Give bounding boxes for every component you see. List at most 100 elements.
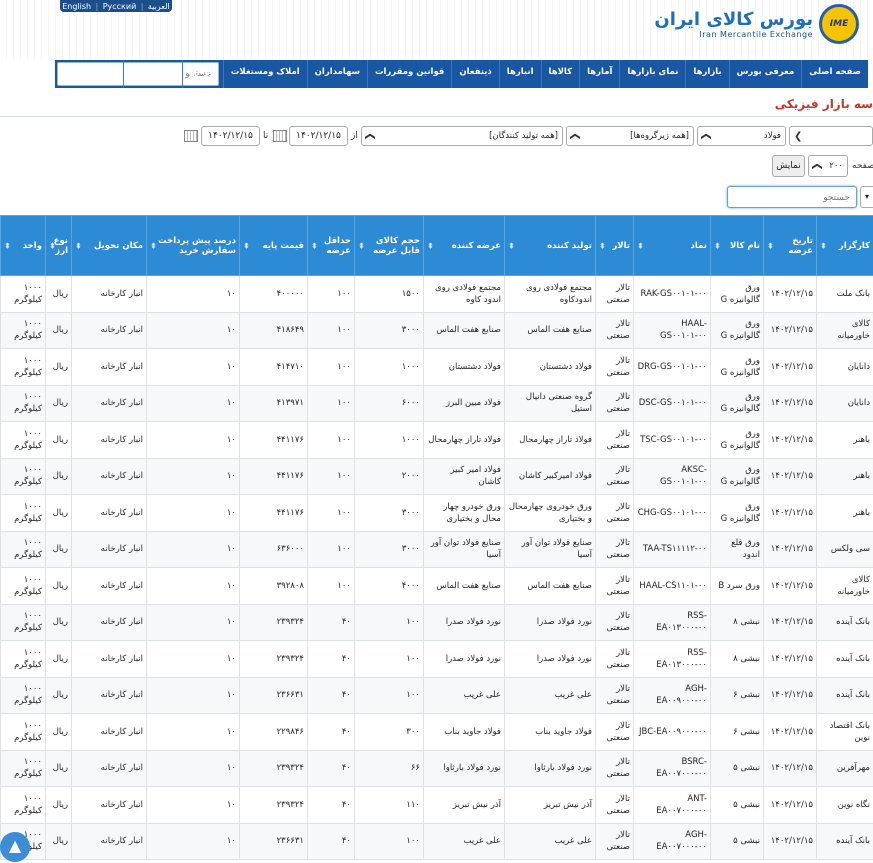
nav-item-6[interactable]: انبارها (498, 60, 541, 88)
show-button[interactable]: نمایش (772, 155, 805, 177)
table-row[interactable]: کالای خاورمیانه ۱۴۰۲/۱۲/۱۵ ورق گالوانیزه G… (0, 311, 873, 349)
group-select[interactable]: فولاد ❯ (697, 126, 786, 146)
table-cell: HAAL-GS۰۰۱۰۱-۰۰ (633, 311, 711, 349)
table-cell: ۱۰۰ (307, 530, 355, 568)
table-cell: نبشی ۶ (710, 676, 764, 714)
page-size-select[interactable]: ۲۰۰ ❯ (808, 155, 848, 177)
sort-icon[interactable]: ⬍ (508, 241, 515, 250)
table-cell: نبشی ۵ (710, 822, 764, 860)
column-header-8[interactable]: حداقل عرضه ⬍ (307, 215, 355, 276)
table-row[interactable]: نگاه نوین ۱۴۰۲/۱۲/۱۵ نبشی ۵ ANT-EA۰۰۷۰۰۰-۰۰… (0, 786, 873, 824)
table-cell: ۱۰۰۰ کیلوگرم (0, 640, 46, 678)
sort-icon[interactable]: ⬍ (150, 241, 157, 250)
column-header-9[interactable]: قیمت پایه ⬍ (239, 215, 308, 276)
nav-item-2[interactable]: بازارها (685, 60, 728, 88)
lang-russian[interactable]: Русский (103, 2, 137, 11)
calendar-icon[interactable] (273, 130, 287, 142)
sort-icon[interactable]: ⬍ (820, 241, 827, 250)
sort-icon[interactable]: ⬍ (714, 241, 721, 250)
column-header-0[interactable]: کارگزار ⬍ (816, 215, 873, 276)
sort-icon[interactable]: ⬍ (311, 241, 318, 250)
table-cell: RAK-GS۰۰۱۰۱-۰۰ (633, 275, 711, 313)
table-row[interactable]: بانک اقتصاد نوین ۱۴۰۲/۱۲/۱۵ نبشی ۶ JBC-EA۰۰… (0, 713, 873, 751)
table-row[interactable]: مهرآفرین ۱۴۰۲/۱۲/۱۵ نبشی ۵ BSRC-EA۰۰۷۰۰۰-۰۰… (0, 749, 873, 787)
title-divider (0, 116, 873, 117)
nav-item-11[interactable]: خودرو (181, 60, 223, 88)
producer-select[interactable]: [همه تولید کنندگان] ❯ (361, 126, 563, 146)
nav-item-0[interactable]: صفحه اصلی (801, 60, 868, 88)
table-cell: ریال (45, 567, 72, 605)
sort-icon[interactable]: ⬍ (427, 241, 434, 250)
nav-item-5[interactable]: کالاها (540, 60, 580, 88)
column-header-12[interactable]: نوع ارز ⬍ (45, 215, 72, 276)
table-cell: آذر نیش تبریز (504, 786, 596, 824)
table-cell: ورق گالوانیزه G (710, 421, 764, 459)
table-cell: انبار کارخانه (71, 457, 147, 495)
column-header-label: درصد پیش پرداخت سفارش خرید (158, 235, 236, 256)
table-row[interactable]: باهنر ۱۴۰۲/۱۲/۱۵ ورق گالوانیزه G AKSC-GS۰۰۱… (0, 457, 873, 495)
column-header-7[interactable]: حجم کالای قابل عرضه ⬍ (354, 215, 424, 276)
sort-icon[interactable]: ⬍ (599, 241, 606, 250)
calendar-icon[interactable] (184, 130, 198, 142)
sort-icon[interactable]: ⬍ (637, 241, 644, 250)
column-header-11[interactable]: مکان تحویل ⬍ (71, 215, 147, 276)
scroll-top-icon[interactable]: ▲ (0, 832, 30, 862)
nav-item-12[interactable]: شمش طلا (123, 60, 182, 88)
table-cell: AGH-EA۰۰۹۰۰۰-۰۰ (633, 676, 711, 714)
column-header-6[interactable]: عرضه کننده ⬍ (423, 215, 505, 276)
table-row[interactable]: سی ولکس ۱۴۰۲/۱۲/۱۵ ورق قلع اندود TAA-TS۱۱۱۱… (0, 530, 873, 568)
table-row[interactable]: بانک آینده ۱۴۰۲/۱۲/۱۵ نبشی ۸ RSS-EA۰۱۳۰۰۰-۰… (0, 640, 873, 678)
column-header-13[interactable]: واحد ⬍ (0, 215, 46, 276)
table-row[interactable]: بانک ملت ۱۴۰۲/۱۲/۱۵ ورق گالوانیزه G RAK-GS۰… (0, 275, 873, 313)
column-header-2[interactable]: نام کالا ⬍ (710, 215, 764, 276)
nav-item-1[interactable]: معرفی بورس (728, 60, 802, 88)
market-select[interactable]: ❯ (789, 126, 873, 146)
table-cell: ۱۰ (146, 713, 240, 751)
sort-icon[interactable]: ⬍ (49, 241, 56, 250)
column-header-10[interactable]: درصد پیش پرداخت سفارش خرید ⬍ (146, 215, 240, 276)
column-header-1[interactable]: تاریخ عرضه ⬍ (763, 215, 817, 276)
table-row[interactable]: دانایان ۱۴۰۲/۱۲/۱۵ ورق گالوانیزه G DRG-GS۰۰… (0, 348, 873, 386)
table-row[interactable]: بانک آینده ۱۴۰۲/۱۲/۱۵ نبشی ۸ RSS-EA۰۱۳۰۰۰-۰… (0, 603, 873, 641)
table-cell: ۲۳۹۳۲۴ (239, 786, 308, 824)
sort-icon[interactable]: ⬍ (243, 241, 250, 250)
sort-icon[interactable]: ⬍ (75, 241, 82, 250)
subgroup-select[interactable]: [همه زیرگروه‌ها] ❯ (566, 126, 694, 146)
table-cell: مهرآفرین (816, 749, 873, 787)
column-header-5[interactable]: تولید کننده ⬍ (504, 215, 596, 276)
table-cell: باهنر (816, 457, 873, 495)
site-logo[interactable]: بورس کالای ایران Iran Mercantile Exchang… (654, 4, 859, 44)
date-to-input[interactable]: ۱۴۰۲/۱۲/۱۵ (201, 126, 260, 146)
date-from-input[interactable]: ۱۴۰۲/۱۲/۱۵ (289, 126, 348, 146)
table-search-input[interactable] (727, 186, 857, 208)
table-cell: انبار کارخانه (71, 348, 147, 386)
table-cell: ورق خودرو چهار محال و بختیاری (423, 494, 505, 532)
sort-icon[interactable]: ⬍ (4, 241, 11, 250)
nav-item-4[interactable]: آمارها (579, 60, 619, 88)
table-row[interactable]: باهنر ۱۴۰۲/۱۲/۱۵ ورق گالوانیزه G TSC-GS۰۰۱۰… (0, 421, 873, 459)
table-cell: ۱۰۰۰ کیلوگرم (0, 603, 46, 641)
column-filter-select[interactable]: ▾ (860, 186, 873, 208)
table-row[interactable]: بانک آینده ۱۴۰۲/۱۲/۱۵ نبشی ۵ AGH-EA۰۰۷۰۰۰-۰… (0, 822, 873, 860)
table-row[interactable]: دانایان ۱۴۰۲/۱۲/۱۵ ورق گالوانیزه G DSC-GS۰۰… (0, 384, 873, 422)
table-row[interactable]: باهنر ۱۴۰۲/۱۲/۱۵ ورق گالوانیزه G CHG-GS۰۰۱۰… (0, 494, 873, 532)
nav-item-8[interactable]: قوانین ومقررات (366, 60, 451, 88)
column-header-4[interactable]: تالار ⬍ (595, 215, 634, 276)
table-cell: ریال (45, 786, 72, 824)
nav-item-10[interactable]: املاک ومستغلات (222, 60, 307, 88)
sort-icon[interactable]: ⬍ (767, 241, 774, 250)
table-cell: ۱۰ (146, 603, 240, 641)
column-header-3[interactable]: نماد ⬍ (633, 215, 711, 276)
table-cell: ۴۰۰۰ (354, 567, 424, 605)
table-cell: DSC-GS۰۰۱۰۱-۰۰ (633, 384, 711, 422)
lang-english[interactable]: English (62, 2, 91, 11)
table-cell: ۱۴۰۲/۱۲/۱۵ (763, 676, 817, 714)
table-row[interactable]: کالای خاورمیانه ۱۴۰۲/۱۲/۱۵ ورق سرد B HAAL-C… (0, 567, 873, 605)
nav-item-9[interactable]: سهامداران (306, 60, 367, 88)
lang-arabic[interactable]: العربية (148, 2, 170, 11)
to-label: تا (263, 131, 269, 141)
table-row[interactable]: بانک آینده ۱۴۰۲/۱۲/۱۵ نبشی ۶ AGH-EA۰۰۹۰۰۰-۰… (0, 676, 873, 714)
nav-item-3[interactable]: نمای بازارها (619, 60, 685, 88)
nav-item-7[interactable]: ذینفعان (451, 60, 498, 88)
sort-icon[interactable]: ⬍ (358, 241, 365, 250)
